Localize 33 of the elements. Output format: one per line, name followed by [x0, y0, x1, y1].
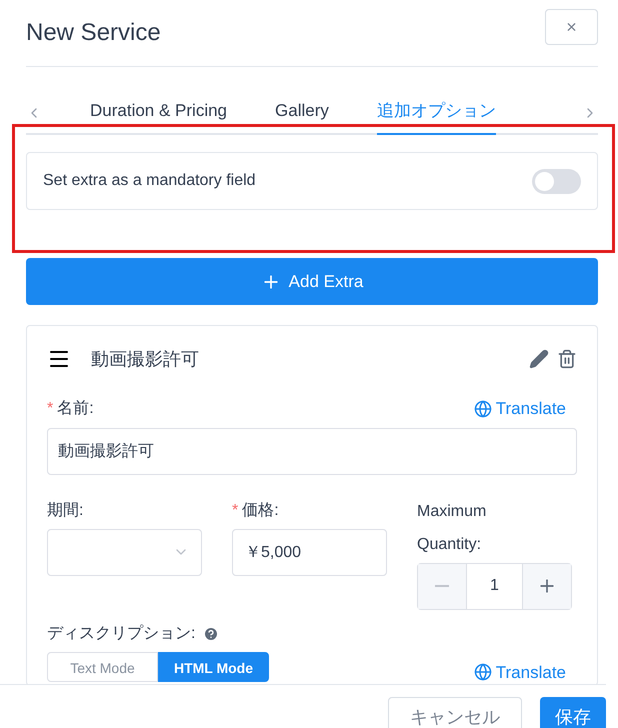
name-input[interactable]: 動画撮影許可	[47, 428, 577, 474]
save-button[interactable]: 保存	[540, 697, 606, 728]
duration-select[interactable]	[47, 528, 202, 576]
price-label: * 価格:	[232, 500, 280, 520]
duration-label: 期間:	[47, 500, 84, 520]
dialog-title: New Service	[26, 18, 161, 48]
trash-icon[interactable]	[557, 349, 577, 369]
cancel-button[interactable]: キャンセル	[388, 697, 522, 728]
help-icon[interactable]	[203, 626, 220, 642]
quantity-value: 1	[489, 576, 500, 596]
minus-icon	[435, 585, 449, 587]
extra-title: 動画撮影許可	[91, 348, 199, 370]
price-input[interactable]: ￥5,000	[232, 528, 387, 576]
description-label: ディスクリプション:	[47, 624, 196, 644]
increment-button[interactable]	[522, 564, 571, 608]
globe-icon	[474, 663, 492, 682]
translate-link[interactable]: Translate	[474, 396, 566, 422]
close-button[interactable]: ×	[545, 9, 598, 45]
edit-icon[interactable]	[529, 349, 549, 369]
tab[interactable]: Gallery	[275, 98, 329, 135]
required-mark: *	[232, 502, 238, 518]
tab[interactable]: 追加オプション	[376, 98, 496, 135]
translate-link[interactable]: Translate	[474, 660, 566, 684]
add-extra-button[interactable]: Add Extra	[26, 258, 598, 305]
quantity-label: Maximum Quantity:	[417, 502, 488, 554]
toggle-switch[interactable]	[532, 168, 581, 194]
mode-tab[interactable]: Text Mode	[47, 652, 158, 682]
tab[interactable]: Duration & Pricing	[90, 98, 228, 135]
mode-tab[interactable]: HTML Mode	[158, 652, 269, 682]
mandatory-label: Set extra as a mandatory field	[43, 171, 256, 191]
required-mark: *	[47, 400, 54, 417]
name-label: * 名前:	[47, 398, 94, 419]
globe-icon	[474, 400, 492, 418]
